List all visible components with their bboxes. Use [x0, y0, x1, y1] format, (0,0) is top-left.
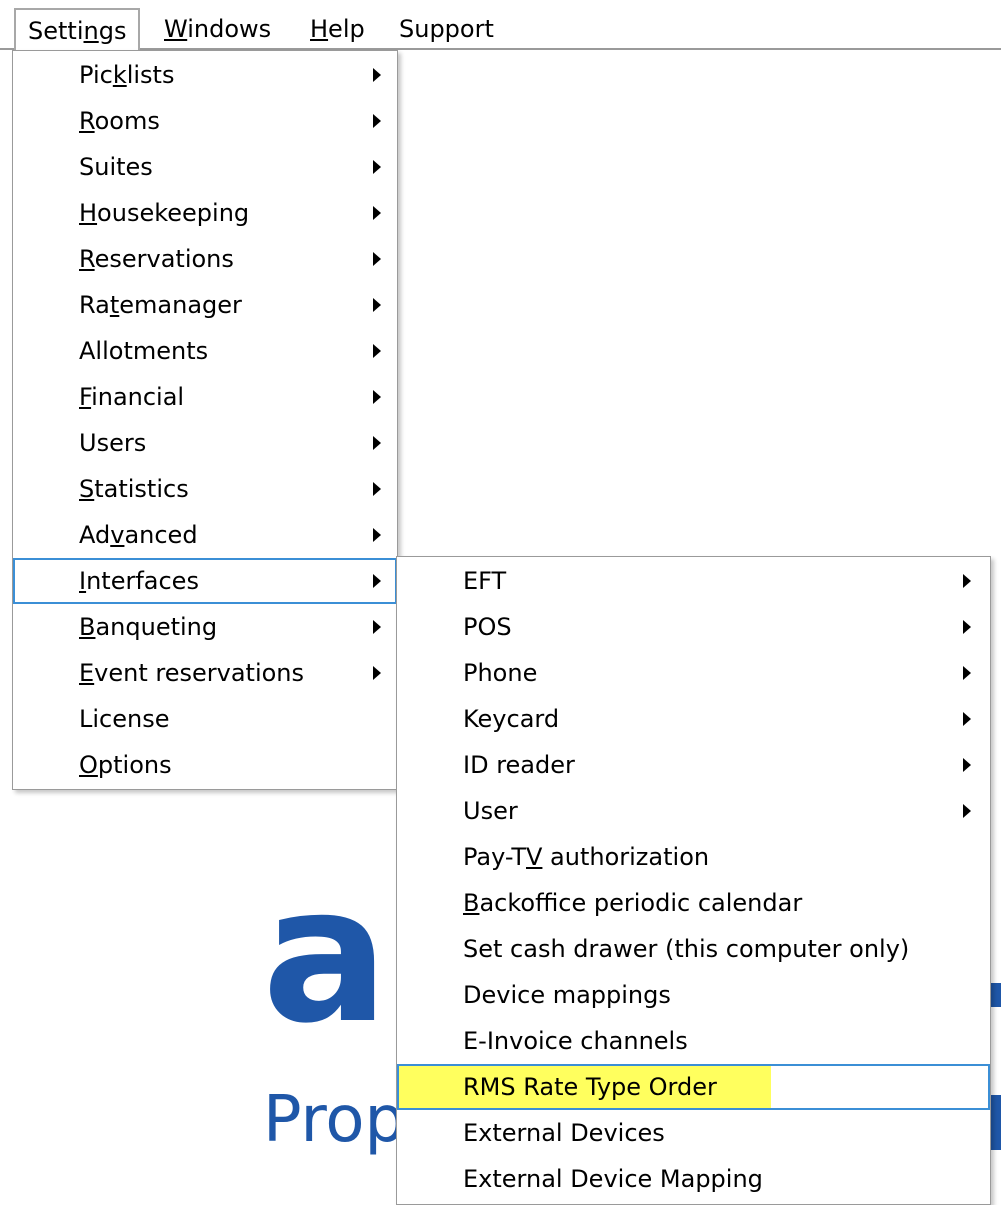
menu-help[interactable]: Help	[298, 8, 377, 50]
interfaces-item-label: E-Invoice channels	[463, 1027, 688, 1055]
settings-item-options[interactable]: Options	[13, 742, 397, 788]
settings-item-advanced[interactable]: Advanced	[13, 512, 397, 558]
settings-item-housekeeping[interactable]: Housekeeping	[13, 190, 397, 236]
interfaces-item-label: Keycard	[463, 705, 560, 733]
interfaces-item-pos[interactable]: POS	[397, 604, 990, 650]
interfaces-item-label: Device mappings	[463, 981, 671, 1009]
menu-bar: Settings Windows Help Support	[0, 0, 1001, 52]
settings-item-picklists[interactable]: Picklists	[13, 52, 397, 98]
interfaces-item-external-devices[interactable]: External Devices	[397, 1110, 990, 1156]
submenu-arrow-icon	[963, 574, 971, 588]
submenu-arrow-icon	[963, 666, 971, 680]
settings-item-label: Housekeeping	[79, 199, 250, 227]
interfaces-item-set-cash-drawer-this-computer-only[interactable]: Set cash drawer (this computer only)	[397, 926, 990, 972]
settings-item-label: Reservations	[79, 245, 234, 273]
submenu-arrow-icon	[373, 482, 381, 496]
settings-item-event-reservations[interactable]: Event reservations	[13, 650, 397, 696]
settings-item-ratemanager[interactable]: Ratemanager	[13, 282, 397, 328]
settings-item-label: Suites	[79, 153, 153, 181]
interfaces-item-keycard[interactable]: Keycard	[397, 696, 990, 742]
settings-item-label: Ratemanager	[79, 291, 242, 319]
interfaces-item-pay-tv-authorization[interactable]: Pay-TV authorization	[397, 834, 990, 880]
submenu-arrow-icon	[373, 390, 381, 404]
submenu-arrow-icon	[373, 206, 381, 220]
settings-item-label: Rooms	[79, 107, 160, 135]
submenu-arrow-icon	[373, 344, 381, 358]
settings-item-banqueting[interactable]: Banqueting	[13, 604, 397, 650]
interfaces-item-label: External Devices	[463, 1119, 665, 1147]
interfaces-item-eft[interactable]: EFT	[397, 558, 990, 604]
submenu-arrow-icon	[373, 574, 381, 588]
interfaces-item-e-invoice-channels[interactable]: E-Invoice channels	[397, 1018, 990, 1064]
interfaces-item-user[interactable]: User	[397, 788, 990, 834]
settings-item-label: Allotments	[79, 337, 209, 365]
interfaces-item-label: ID reader	[463, 751, 575, 779]
submenu-arrow-icon	[373, 436, 381, 450]
settings-item-license[interactable]: License	[13, 696, 397, 742]
submenu-arrow-icon	[373, 114, 381, 128]
settings-item-rooms[interactable]: Rooms	[13, 98, 397, 144]
interfaces-item-label: Backoffice periodic calendar	[463, 889, 803, 917]
settings-item-label: License	[79, 705, 170, 733]
settings-dropdown-menu: Picklists Rooms Suites Housekeeping Reservat…	[12, 50, 398, 790]
submenu-arrow-icon	[373, 528, 381, 542]
settings-item-financial[interactable]: Financial	[13, 374, 397, 420]
submenu-arrow-icon	[373, 68, 381, 82]
interfaces-item-label: Set cash drawer (this computer only)	[463, 935, 910, 963]
settings-item-interfaces[interactable]: Interfaces	[13, 558, 397, 604]
submenu-arrow-icon	[373, 252, 381, 266]
settings-item-label: Banqueting	[79, 613, 218, 641]
brand-logo-letter: a	[262, 846, 389, 1065]
settings-item-allotments[interactable]: Allotments	[13, 328, 397, 374]
submenu-arrow-icon	[963, 804, 971, 818]
submenu-arrow-icon	[373, 666, 381, 680]
settings-item-label: Interfaces	[79, 567, 199, 595]
menu-windows[interactable]: Windows	[152, 8, 283, 50]
submenu-arrow-icon	[963, 758, 971, 772]
settings-item-reservations[interactable]: Reservations	[13, 236, 397, 282]
interfaces-item-label: POS	[463, 613, 512, 641]
menu-settings[interactable]: Settings	[14, 8, 141, 52]
interfaces-item-id-reader[interactable]: ID reader	[397, 742, 990, 788]
brand-tagline-fragment	[990, 1095, 1001, 1150]
interfaces-item-phone[interactable]: Phone	[397, 650, 990, 696]
interfaces-item-label: Phone	[463, 659, 538, 687]
interfaces-item-label: RMS Rate Type Order	[463, 1073, 717, 1101]
settings-item-label: Picklists	[79, 61, 175, 89]
interfaces-item-label: EFT	[463, 567, 507, 595]
settings-item-label: Financial	[79, 383, 185, 411]
settings-item-label: Options	[79, 751, 172, 779]
submenu-arrow-icon	[963, 620, 971, 634]
submenu-arrow-icon	[963, 712, 971, 726]
settings-item-users[interactable]: Users	[13, 420, 397, 466]
settings-item-label: Advanced	[79, 521, 198, 549]
submenu-arrow-icon	[373, 620, 381, 634]
settings-item-label: Users	[79, 429, 147, 457]
settings-item-statistics[interactable]: Statistics	[13, 466, 397, 512]
interfaces-item-external-device-mapping[interactable]: External Device Mapping	[397, 1156, 990, 1202]
settings-item-label: Statistics	[79, 475, 189, 503]
interfaces-item-device-mappings[interactable]: Device mappings	[397, 972, 990, 1018]
interfaces-item-label: External Device Mapping	[463, 1165, 763, 1193]
interfaces-submenu: EFT POS Phone Keycard ID reader User Pay-TV au…	[396, 556, 991, 1205]
settings-item-suites[interactable]: Suites	[13, 144, 397, 190]
menu-support[interactable]: Support	[387, 8, 506, 50]
interfaces-item-rms-rate-type-order[interactable]: RMS Rate Type Order	[397, 1064, 990, 1110]
brand-tagline: Prop	[263, 1083, 406, 1157]
interfaces-item-label: Pay-TV authorization	[463, 843, 710, 871]
submenu-arrow-icon	[373, 160, 381, 174]
settings-item-label: Event reservations	[79, 659, 305, 687]
interfaces-item-label: User	[463, 797, 518, 825]
interfaces-item-backoffice-periodic-calendar[interactable]: Backoffice periodic calendar	[397, 880, 990, 926]
submenu-arrow-icon	[373, 298, 381, 312]
brand-logo-fragment	[990, 983, 1001, 1007]
